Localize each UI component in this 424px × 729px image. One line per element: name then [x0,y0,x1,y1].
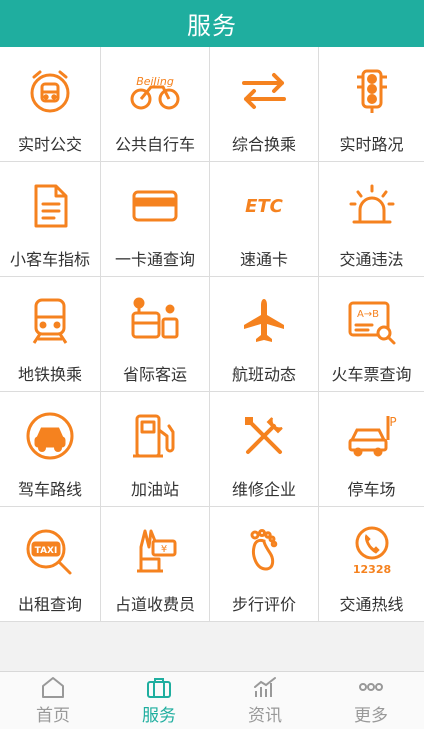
service-traffic-hotline[interactable]: 12328 交通热线 [319,507,424,621]
chart-icon [254,677,276,697]
page-title: 服务 [187,12,237,40]
service-label: 速通卡 [239,250,288,269]
service-label: 加油站 [130,480,179,499]
tab-services[interactable]: 服务 [106,672,212,729]
service-etc-card[interactable]: ETC 速通卡 [210,162,318,276]
more-dots-icon [359,683,383,691]
service-train-ticket[interactable]: A→B 火车票查询 [319,277,424,391]
service-transfer[interactable]: 综合换乘 [210,47,318,161]
service-label: 维修企业 [231,480,296,499]
tab-label: 服务 [142,706,176,726]
svg-text:12328: 12328 [352,563,390,576]
service-realtime-bus[interactable]: 实时公交 [0,47,100,161]
service-label: 小客车指标 [9,250,90,269]
ticket-search-icon: A→B [344,293,400,349]
hotline-phone-icon: 12328 [344,523,400,579]
card-icon [127,178,183,234]
tab-label: 更多 [354,706,388,726]
service-taxi-query[interactable]: TAXI 出租查询 [0,507,100,621]
svg-text:A→B: A→B [356,309,378,320]
svg-text:P: P [389,415,396,429]
service-parking[interactable]: P 停车场 [319,392,424,506]
transfer-arrows-icon [236,63,292,119]
service-label: 实时路况 [339,135,404,154]
home-icon [42,677,64,698]
bus-clock-icon [22,63,78,119]
subway-icon [22,293,78,349]
service-label: 驾车路线 [17,480,82,499]
siren-icon [344,178,400,234]
wrench-screwdriver-icon [236,408,292,464]
service-grid: 实时公交 BeiJing 公共自行车 综合换乘 实时路况 小客车指标 一卡通查询… [0,47,424,622]
service-label: 综合换乘 [231,135,296,154]
service-driving-route[interactable]: 驾车路线 [0,392,100,506]
service-label: 停车场 [347,480,396,499]
header-bar: 服务 [0,0,424,47]
service-label: 交通违法 [339,250,404,269]
service-label: 地铁换乘 [17,365,82,384]
service-label: 出租查询 [17,595,82,614]
svg-text:¥: ¥ [161,544,167,555]
service-gas-station[interactable]: 加油站 [101,392,209,506]
service-label: 步行评价 [231,595,296,614]
airplane-icon [236,293,292,349]
footprint-icon [236,523,292,579]
service-traffic-violation[interactable]: 交通违法 [319,162,424,276]
service-label: 交通热线 [339,595,404,614]
svg-text:TAXI: TAXI [35,546,58,556]
etc-icon: ETC [236,178,292,234]
svg-text:BeiJing: BeiJing [136,75,174,88]
service-label: 公共自行车 [114,135,195,154]
service-public-bike[interactable]: BeiJing 公共自行车 [101,47,209,161]
svg-text:ETC: ETC [245,196,284,217]
service-flight-status[interactable]: 航班动态 [210,277,318,391]
coach-bus-icon [127,293,183,349]
service-label: 航班动态 [231,365,296,384]
service-car-quota[interactable]: 小客车指标 [0,162,100,276]
bottom-tab-bar: 首页 服务 资讯 更多 [0,671,424,729]
service-subway-transfer[interactable]: 地铁换乘 [0,277,100,391]
service-parking-collector[interactable]: ¥ 占道收费员 [101,507,209,621]
taxi-search-icon: TAXI [22,523,78,579]
tab-more[interactable]: 更多 [318,672,424,729]
service-label: 一卡通查询 [114,250,195,269]
service-card-query[interactable]: 一卡通查询 [101,162,209,276]
fuel-pump-icon [127,408,183,464]
tab-label: 资讯 [248,706,282,726]
service-repair-company[interactable]: 维修企业 [210,392,318,506]
car-icon [22,408,78,464]
briefcase-icon [147,678,171,698]
hand-money-icon: ¥ [127,523,183,579]
tab-label: 首页 [36,706,70,726]
tab-news[interactable]: 资讯 [212,672,318,729]
service-label: 火车票查询 [331,365,412,384]
tab-home[interactable]: 首页 [0,672,106,729]
document-icon [22,178,78,234]
traffic-light-icon [344,63,400,119]
beijing-bike-icon: BeiJing [127,63,183,119]
service-intercity-coach[interactable]: 省际客运 [101,277,209,391]
parking-car-icon: P [344,408,400,464]
service-label: 实时公交 [17,135,82,154]
service-traffic-status[interactable]: 实时路况 [319,47,424,161]
service-walking-review[interactable]: 步行评价 [210,507,318,621]
service-label: 占道收费员 [114,595,195,614]
service-label: 省际客运 [122,365,187,384]
